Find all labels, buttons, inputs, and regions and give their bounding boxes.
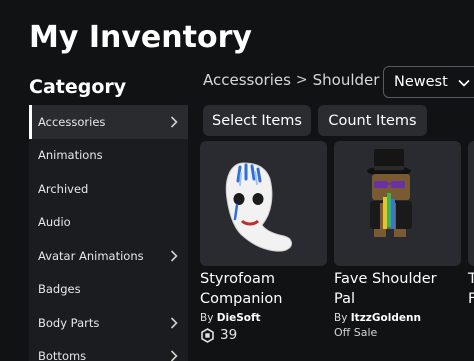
sidebar-item-bottoms[interactable]: Bottoms xyxy=(29,340,188,361)
item-name[interactable]: T F xyxy=(468,269,474,309)
sort-dropdown[interactable]: Newest xyxy=(383,66,474,98)
item-name-line: F xyxy=(468,291,474,307)
sidebar-item-label: Audio xyxy=(38,215,71,230)
item-creator: By ItzzGoldenn xyxy=(334,312,461,324)
sidebar-item-label: Animations xyxy=(38,148,103,163)
sidebar-item-label: Body Parts xyxy=(38,315,100,330)
creator-name[interactable]: ItzzGoldenn xyxy=(351,312,421,324)
breadcrumb: Accessories > Shoulder xyxy=(203,71,379,89)
sidebar-item-audio[interactable]: Audio xyxy=(29,206,188,240)
item-price: 39 xyxy=(200,327,327,343)
breadcrumb-separator: > xyxy=(295,72,308,88)
sort-selected-value: Newest xyxy=(394,74,448,90)
item-thumbnail[interactable] xyxy=(468,141,474,266)
category-heading: Category xyxy=(29,76,127,98)
category-sidebar: Accessories Animations Archived Audio Av… xyxy=(29,105,188,361)
item-name-line: Companion xyxy=(200,291,283,307)
item-creator: By DieSoft xyxy=(200,312,327,324)
item-name-line: Pal xyxy=(334,291,356,307)
sidebar-item-avatar-animations[interactable]: Avatar Animations xyxy=(29,239,188,273)
sidebar-item-label: Badges xyxy=(38,282,81,297)
sidebar-item-label: Avatar Animations xyxy=(38,248,144,263)
count-items-button[interactable]: Count Items xyxy=(318,105,427,136)
creator-prefix: By xyxy=(200,312,214,324)
item-name[interactable]: Styrofoam Companion xyxy=(200,269,327,309)
item-thumbnail[interactable] xyxy=(334,141,461,266)
chevron-down-icon xyxy=(458,77,470,89)
price-value: 39 xyxy=(220,327,238,343)
item-name[interactable]: Fave Shoulder Pal xyxy=(334,269,461,309)
item-name-line: Styrofoam xyxy=(200,271,275,287)
sidebar-item-accessories[interactable]: Accessories xyxy=(29,105,188,139)
breadcrumb-parent[interactable]: Accessories xyxy=(203,71,291,89)
item-card[interactable]: Styrofoam Companion By DieSoft 39 xyxy=(200,141,327,343)
chevron-right-icon xyxy=(168,350,180,361)
item-thumbnail[interactable] xyxy=(200,141,327,266)
item-card[interactable]: Fave Shoulder Pal By ItzzGoldenn Off Sal… xyxy=(334,141,461,339)
select-items-button[interactable]: Select Items xyxy=(203,105,311,136)
fave-shoulder-pal-image xyxy=(367,149,412,237)
chevron-right-icon xyxy=(168,250,180,262)
inventory-page: My Inventory Category Accessories Animat… xyxy=(0,0,474,361)
sidebar-item-label: Accessories xyxy=(38,114,106,129)
sidebar-item-badges[interactable]: Badges xyxy=(29,273,188,307)
robux-icon xyxy=(201,327,214,343)
item-card[interactable]: T F xyxy=(468,141,474,309)
sidebar-item-body-parts[interactable]: Body Parts xyxy=(29,306,188,340)
styrofoam-companion-image xyxy=(225,162,292,252)
sidebar-item-label: Bottoms xyxy=(38,349,87,361)
page-title: My Inventory xyxy=(29,20,252,55)
chevron-right-icon xyxy=(168,317,180,329)
sidebar-item-animations[interactable]: Animations xyxy=(29,139,188,173)
item-name-line: Fave Shoulder xyxy=(334,271,437,287)
breadcrumb-current: Shoulder xyxy=(312,71,380,89)
sidebar-item-label: Archived xyxy=(38,181,89,196)
sidebar-item-archived[interactable]: Archived xyxy=(29,172,188,206)
chevron-right-icon xyxy=(168,116,180,128)
item-status: Off Sale xyxy=(334,326,378,339)
creator-name[interactable]: DieSoft xyxy=(217,312,261,324)
creator-prefix: By xyxy=(334,312,348,324)
item-name-line: T xyxy=(468,271,474,287)
